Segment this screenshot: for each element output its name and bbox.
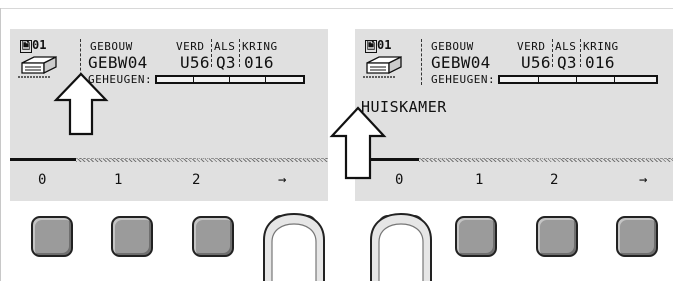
value-als: Q3 bbox=[216, 53, 236, 72]
softkey-button-1-left[interactable] bbox=[111, 216, 153, 257]
column-separator bbox=[211, 39, 212, 67]
memory-index-number: 01 bbox=[377, 38, 392, 52]
softkey-label-next: → bbox=[639, 172, 648, 188]
up-arrow-icon bbox=[53, 72, 109, 136]
value-als: Q3 bbox=[557, 53, 577, 72]
up-arrow-icon bbox=[329, 106, 387, 180]
value-verd: U56 bbox=[521, 53, 551, 72]
tab-rail bbox=[76, 158, 328, 162]
right-display: 🗎 01 GEBOUW VERD ALS KRING GEBW04 U56 Q3 … bbox=[355, 29, 673, 201]
header-verd: VERD bbox=[517, 40, 546, 53]
column-separator bbox=[580, 39, 581, 67]
header-gebouw: GEBOUW bbox=[90, 40, 133, 53]
softkey-label-next: → bbox=[278, 172, 287, 188]
tab-rail bbox=[419, 158, 673, 162]
memory-card-icon bbox=[363, 55, 402, 78]
softkey-label-2: 2 bbox=[192, 172, 201, 188]
active-tab-indicator bbox=[10, 158, 76, 161]
value-kring: 016 bbox=[585, 53, 615, 72]
memory-index: 🗎 01 bbox=[20, 38, 47, 53]
value-gebouw: GEBW04 bbox=[88, 53, 148, 72]
value-kring: 016 bbox=[244, 53, 274, 72]
header-gebouw: GEBOUW bbox=[431, 40, 474, 53]
softkey-button-next-right[interactable] bbox=[616, 216, 658, 257]
finger-press-icon[interactable] bbox=[258, 208, 330, 281]
memory-label: GEHEUGEN: bbox=[431, 73, 496, 86]
softkey-label-1: 1 bbox=[114, 172, 123, 188]
column-separator bbox=[239, 39, 240, 67]
memory-index-number: 01 bbox=[32, 38, 47, 52]
header-kring: KRING bbox=[583, 40, 619, 53]
softkey-label-0: 0 bbox=[395, 172, 404, 188]
memory-usage-bar bbox=[498, 75, 658, 84]
memory-index: 🗎 01 bbox=[365, 38, 392, 53]
column-separator bbox=[552, 39, 553, 67]
header-kring: KRING bbox=[242, 40, 278, 53]
softkey-button-2-left[interactable] bbox=[192, 216, 234, 257]
softkey-label-1: 1 bbox=[475, 172, 484, 188]
value-gebouw: GEBW04 bbox=[431, 53, 491, 72]
frame-top-line bbox=[0, 8, 673, 9]
header-als: ALS bbox=[555, 40, 577, 53]
memory-usage-bar bbox=[155, 75, 305, 84]
finger-press-icon[interactable] bbox=[365, 208, 437, 281]
softkey-label-0: 0 bbox=[38, 172, 47, 188]
column-separator bbox=[421, 39, 422, 85]
value-verd: U56 bbox=[180, 53, 210, 72]
frame-left-line bbox=[0, 8, 1, 281]
header-verd: VERD bbox=[176, 40, 205, 53]
softkey-button-1-right[interactable] bbox=[455, 216, 497, 257]
softkey-label-2: 2 bbox=[550, 172, 559, 188]
softkey-button-0-left[interactable] bbox=[31, 216, 73, 257]
softkey-button-2-right[interactable] bbox=[536, 216, 578, 257]
header-als: ALS bbox=[214, 40, 236, 53]
